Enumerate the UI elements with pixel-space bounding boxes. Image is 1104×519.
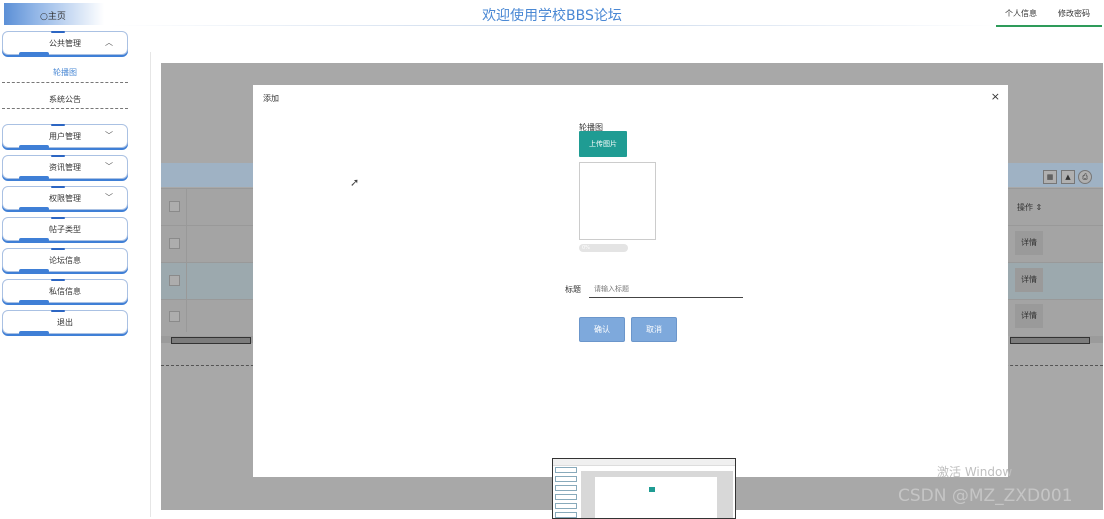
progress-text: 0% [582,245,590,251]
scrollbar-thumb[interactable] [1010,337,1090,344]
sidebar-item-label: 帖子类型 [49,225,81,234]
top-bar: ○主页 欢迎使用学校BBS论坛 个人信息 修改密码 [0,0,1104,28]
detail-button[interactable]: 详情 [1015,231,1043,255]
menu-dot [51,279,65,281]
cancel-button[interactable]: 取消 [631,317,677,342]
sidebar-item-label: 退出 [57,318,73,327]
confirm-button[interactable]: 确认 [579,317,625,342]
sidebar-item-forum-info[interactable]: 论坛信息 [2,248,128,273]
menu-wave [19,52,49,56]
sidebar-item-users[interactable]: 用户管理 ﹀ [2,124,128,149]
print-icon[interactable]: ⎙ [1078,170,1092,184]
thumbnail-sidebar [555,467,577,518]
upload-image-button[interactable]: 上传图片 [579,131,627,157]
active-nav-indicator [996,25,1102,27]
thumbnail-item [555,467,577,473]
menu-dot [51,155,65,157]
chevron-down-icon: ﹀ [105,131,113,140]
sidebar-item-permissions[interactable]: 权限管理 ﹀ [2,186,128,211]
sidebar-item-label: 私信信息 [49,287,81,296]
grid-icon[interactable]: ▦ [1043,170,1057,184]
export-icon[interactable]: ▲ [1061,170,1075,184]
thumbnail-dialog [595,477,717,518]
horizontal-scrollbar[interactable] [161,336,253,344]
horizontal-scrollbar[interactable] [1010,336,1103,344]
menu-wave [19,269,49,273]
menu-dot [51,186,65,188]
menu-wave [19,207,49,211]
chevron-down-icon: ﹀ [105,193,113,202]
menu-dot [51,124,65,126]
menu-wave [19,300,49,304]
menu-wave [19,331,49,335]
sidebar: 公共管理 ︿ 轮播图 系统公告 用户管理 ﹀ 资讯管理 ﹀ 权限管理 ﹀ 帖子类… [0,28,135,517]
windows-activation-watermark: 激活 Window [937,465,1013,479]
sidebar-item-news[interactable]: 资讯管理 ﹀ [2,155,128,180]
detail-button[interactable]: 详情 [1015,268,1043,292]
sidebar-sub-announcement[interactable]: 系统公告 [0,94,130,105]
menu-wave [19,145,49,149]
dialog-title: 添加 [263,94,279,103]
thumbnail-item [555,494,577,500]
sidebar-item-messages[interactable]: 私信信息 [2,279,128,304]
menu-dot [51,31,65,33]
detail-button[interactable]: 详情 [1015,304,1043,328]
close-icon[interactable]: × [991,90,1000,103]
thumbnail-upload [649,487,655,492]
operation-header[interactable]: 操作 ⇕ [1017,202,1042,213]
divider [2,108,128,109]
title-underline [110,25,1000,26]
thumbnail-item [555,485,577,491]
image-preview[interactable] [579,162,656,240]
nav-profile[interactable]: 个人信息 [1005,8,1037,19]
chevron-down-icon: ﹀ [105,162,113,171]
csdn-watermark: CSDN @MZ_ZXD001 [898,486,1073,506]
chevron-up-icon: ︿ [105,38,113,47]
column-divider [186,188,187,332]
window-thumbnail[interactable] [552,458,736,519]
title-field-label: 标题 [565,285,581,294]
thumbnail-item [555,512,577,518]
divider [2,82,128,83]
nav-change-password[interactable]: 修改密码 [1058,8,1090,19]
thumbnail-header [553,459,735,466]
add-dialog: 添加 × 轮播图 上传图片 0% 标题 确认 取消 [253,85,1008,477]
sidebar-item-label: 论坛信息 [49,256,81,265]
menu-dot [51,310,65,312]
scrollbar-thumb[interactable] [171,337,251,344]
sidebar-sub-carousel[interactable]: 轮播图 [0,67,130,78]
select-all-checkbox[interactable] [169,201,180,212]
mouse-cursor-icon: ➚ [350,176,360,189]
row-checkbox[interactable] [169,311,180,322]
row-checkbox[interactable] [169,238,180,249]
menu-dot [51,217,65,219]
row-checkbox[interactable] [169,275,180,286]
title-input[interactable] [589,281,743,298]
sidebar-item-post-types[interactable]: 帖子类型 [2,217,128,242]
sidebar-item-public[interactable]: 公共管理 ︿ [2,31,128,56]
menu-dot [51,248,65,250]
menu-wave [19,238,49,242]
page-title: 欢迎使用学校BBS论坛 [482,8,622,24]
menu-wave [19,176,49,180]
thumbnail-item [555,503,577,509]
upload-progress: 0% [579,244,628,252]
sidebar-item-logout[interactable]: 退出 [2,310,128,335]
thumbnail-item [555,476,577,482]
